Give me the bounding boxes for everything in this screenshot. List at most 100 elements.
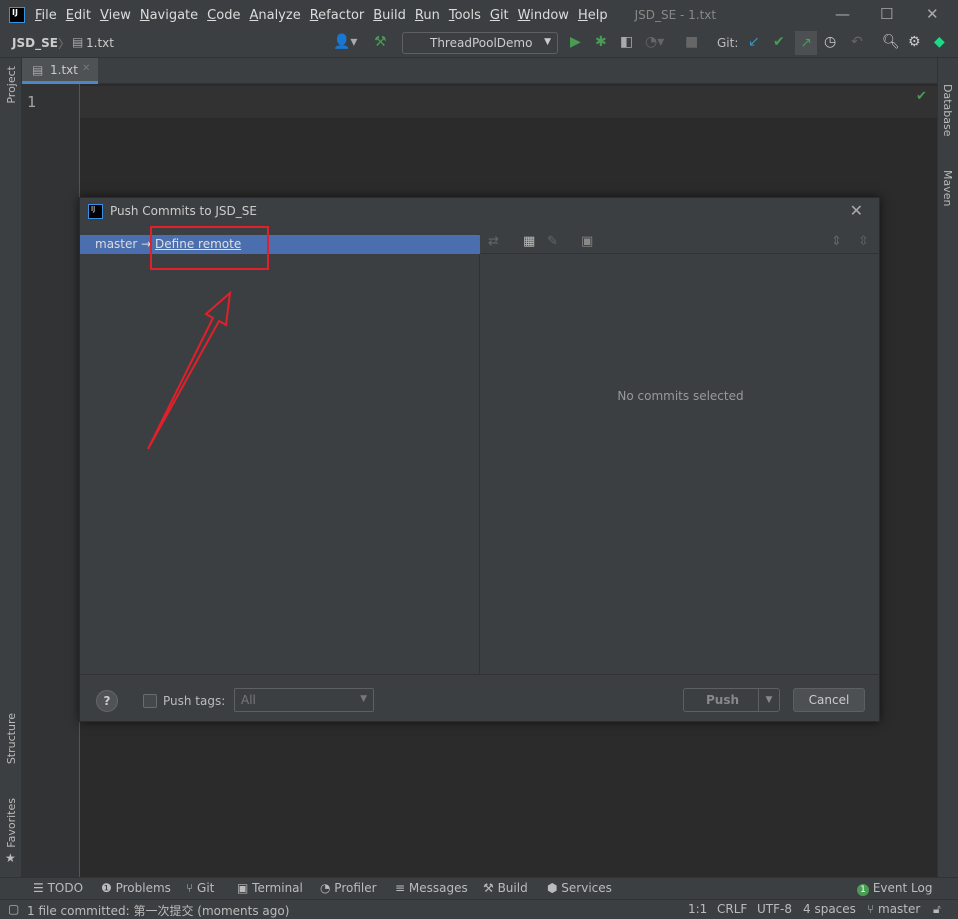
caret-position[interactable]: 1:1	[688, 902, 707, 916]
user-icon[interactable]: 👤▾	[333, 34, 357, 50]
preview-icon[interactable]: ▣	[581, 234, 593, 249]
define-remote-link[interactable]: Define remote	[155, 237, 241, 251]
cherry-pick-icon[interactable]: ⇄	[488, 234, 499, 249]
push-tags-label: Push tags:	[163, 694, 226, 708]
file-icon: ▤	[72, 35, 84, 49]
build-tool-button[interactable]: ⚒ Build	[483, 881, 528, 895]
debug-icon[interactable]: ✱	[595, 34, 607, 50]
menu-edit[interactable]: Edit	[66, 8, 91, 23]
toolbox-icon[interactable]: ◆	[934, 34, 945, 50]
gear-icon[interactable]: ⚙	[908, 34, 921, 50]
group-by-icon[interactable]: ▦	[523, 234, 535, 249]
build-hammer-icon[interactable]: ⚒	[374, 34, 387, 50]
git-commit-icon[interactable]: ✔	[773, 34, 785, 50]
details-toolbar: ⇄ ▦ ✎ ▣ ⇕ ⇳	[481, 234, 880, 254]
git-update-icon[interactable]: ↙	[748, 34, 760, 50]
close-dialog-icon[interactable]: ✕	[850, 201, 863, 220]
indent-setting[interactable]: 4 spaces	[803, 902, 856, 916]
push-tags-select[interactable]: All ▼	[234, 688, 374, 712]
menu-build[interactable]: Build	[373, 8, 406, 23]
push-options-dropdown[interactable]: ▼	[758, 689, 779, 711]
menu-git[interactable]: Git	[490, 8, 509, 23]
services-tool-button[interactable]: ⬢ Services	[547, 881, 612, 895]
profile-icon[interactable]: ◔▾	[645, 34, 664, 50]
terminal-tool-button[interactable]: ▣ Terminal	[237, 881, 303, 895]
structure-tool-tab[interactable]: Structure	[5, 713, 18, 764]
problems-tool-button[interactable]: ❶ Problems	[101, 881, 171, 895]
push-label: Push	[706, 693, 740, 707]
arrow-icon: →	[141, 237, 152, 251]
git-tool-button[interactable]: ⑂ Git	[186, 881, 214, 895]
dialog-title: Push Commits to JSD_SE	[110, 204, 257, 218]
branch-name: master	[95, 237, 138, 251]
close-window-icon[interactable]: ✕	[926, 5, 939, 23]
push-tags-checkbox[interactable]	[143, 694, 157, 708]
chevron-down-icon: ▼	[544, 37, 551, 47]
editor-tabs: ▤ 1.txt ✕	[22, 58, 937, 84]
rollback-icon[interactable]: ↶	[851, 34, 863, 50]
history-icon[interactable]: ◷	[824, 34, 836, 50]
tab-label: 1.txt	[50, 63, 78, 77]
breadcrumb-file[interactable]: 1.txt	[86, 36, 114, 50]
git-label: Git:	[717, 36, 739, 50]
profiler-tool-button[interactable]: ◔ Profiler	[320, 881, 377, 895]
file-encoding[interactable]: UTF-8	[757, 902, 792, 916]
file-icon: ▤	[32, 63, 44, 77]
search-icon[interactable]: 🔍︎	[882, 34, 900, 50]
status-panel-icon[interactable]: ▢	[8, 902, 19, 916]
messages-tool-button[interactable]: ≡ Messages	[395, 881, 468, 895]
run-config-label: ThreadPoolDemo	[430, 36, 533, 50]
git-branch-widget[interactable]: ⑂ master	[867, 902, 920, 916]
collapse-all-icon[interactable]: ⇳	[858, 234, 869, 249]
current-line[interactable]	[80, 86, 937, 118]
left-tool-strip: Project Structure Favorites ★	[0, 58, 22, 877]
push-tags-value: All	[241, 693, 256, 707]
coverage-icon[interactable]: ◧	[620, 34, 633, 50]
maven-tool-tab[interactable]: Maven	[941, 170, 954, 206]
dialog-footer: ? Push tags: All ▼ Push ▼ Cancel	[80, 674, 880, 722]
menu-analyze[interactable]: Analyze	[249, 8, 300, 23]
status-message[interactable]: 1 file committed: 第一次提交 (moments ago)	[27, 902, 289, 919]
stop-icon[interactable]: ■	[685, 34, 698, 50]
menu-run[interactable]: Run	[415, 8, 440, 23]
inspection-ok-icon[interactable]: ✔	[916, 89, 927, 104]
event-log-button[interactable]: 1 Event Log	[857, 881, 932, 896]
breadcrumb-project[interactable]: JSD_SE	[12, 36, 58, 50]
maximize-icon[interactable]: ☐	[880, 5, 893, 23]
git-push-icon[interactable]: ↗	[795, 31, 817, 55]
run-config-dropdown[interactable]: ThreadPoolDemo ▼	[402, 32, 558, 54]
project-tool-tab[interactable]: Project	[5, 66, 18, 104]
edit-icon[interactable]: ✎	[547, 234, 558, 249]
close-tab-icon[interactable]: ✕	[82, 63, 90, 74]
run-icon[interactable]: ▶	[570, 34, 581, 50]
app-logo[interactable]: IJ	[9, 7, 25, 23]
tab-1-txt[interactable]: ▤ 1.txt ✕	[22, 58, 98, 84]
minimize-icon[interactable]: —	[835, 5, 850, 23]
empty-state-text: No commits selected	[617, 389, 744, 403]
menu-tools[interactable]: Tools	[449, 8, 481, 23]
chevron-down-icon: ▼	[360, 694, 367, 704]
menu-navigate[interactable]: Navigate	[140, 8, 198, 23]
menu-window[interactable]: Window	[518, 8, 569, 23]
cancel-button[interactable]: Cancel	[793, 688, 865, 712]
window-title: JSD_SE - 1.txt	[634, 8, 717, 22]
dialog-logo: IJ	[88, 204, 103, 219]
favorites-tool-tab[interactable]: Favorites	[5, 798, 18, 848]
editor-gutter	[22, 84, 80, 877]
push-button[interactable]: Push ▼	[683, 688, 780, 712]
line-separator[interactable]: CRLF	[717, 902, 747, 916]
branch-row[interactable]: master → Define remote	[80, 235, 480, 254]
menu-view[interactable]: View	[100, 8, 131, 23]
menu-file[interactable]: File	[35, 8, 57, 23]
menu-help[interactable]: Help	[578, 8, 608, 23]
database-tool-tab[interactable]: Database	[941, 84, 954, 137]
todo-tool-button[interactable]: ☰ TODO	[33, 881, 83, 895]
tool-window-bar: ☰ TODO ❶ Problems ⑂ Git ▣ Terminal ◔ Pro…	[0, 877, 958, 899]
title-bar: IJ File Edit View Navigate Code Analyze …	[0, 0, 958, 30]
help-button[interactable]: ?	[96, 690, 118, 712]
menu-code[interactable]: Code	[207, 8, 240, 23]
star-icon: ★	[5, 851, 16, 865]
menu-refactor[interactable]: Refactor	[310, 8, 365, 23]
lock-icon[interactable]: 🔓︎	[933, 902, 941, 917]
expand-all-icon[interactable]: ⇕	[831, 234, 842, 249]
